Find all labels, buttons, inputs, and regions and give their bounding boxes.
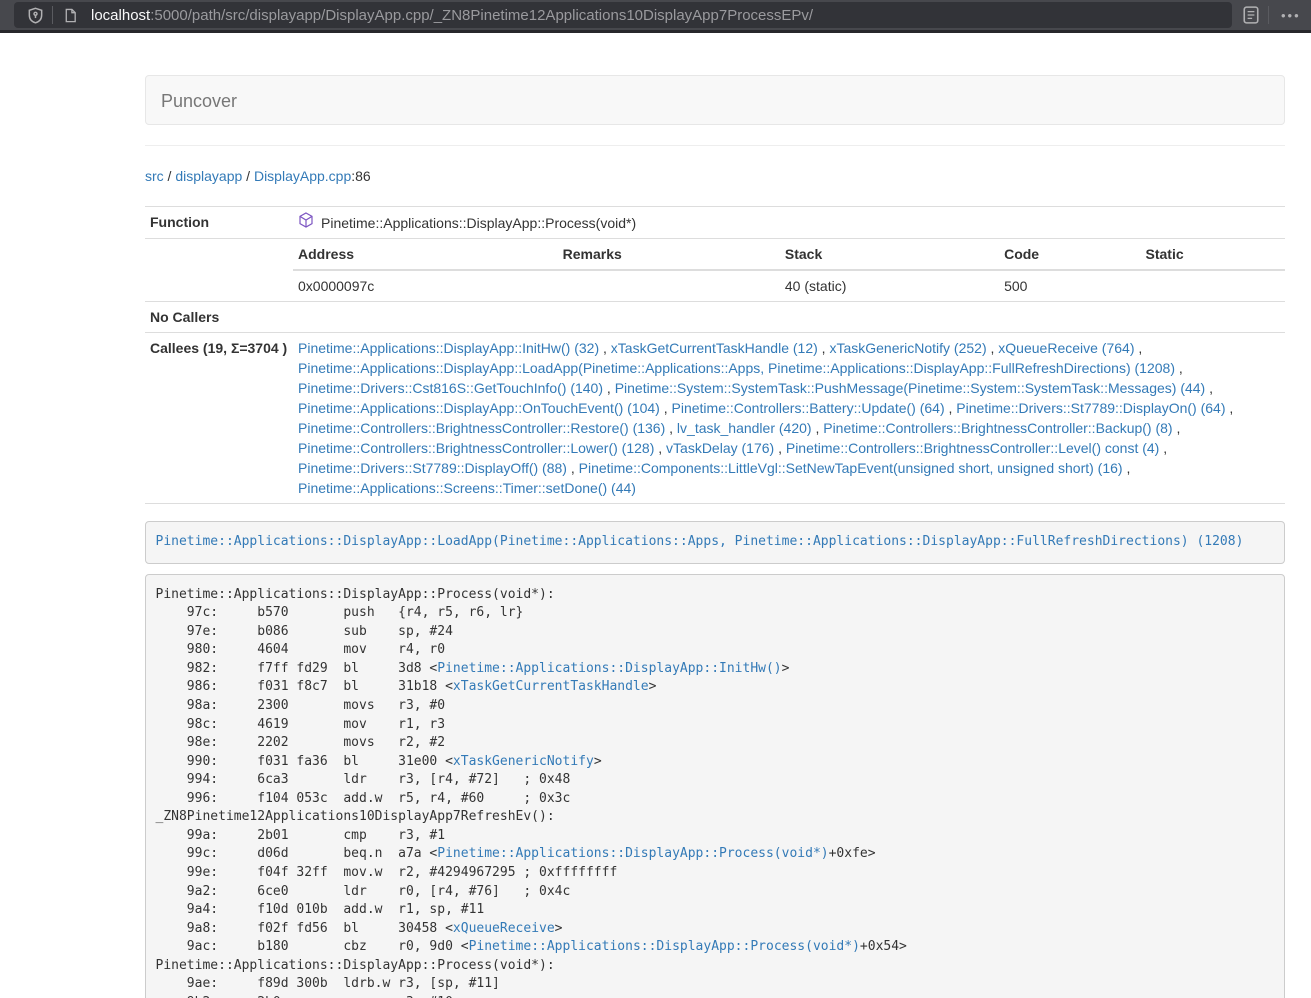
callee-link[interactable]: Pinetime::Drivers::St7789::DisplayOn() (… xyxy=(956,400,1225,416)
symbol-link[interactable]: Pinetime::Applications::DisplayApp::Proc… xyxy=(437,846,828,861)
breadcrumb-link[interactable]: src xyxy=(145,168,164,184)
callees-list: Pinetime::Applications::DisplayApp::Init… xyxy=(293,333,1285,504)
symbol-link[interactable]: Pinetime::Applications::DisplayApp::Init… xyxy=(437,661,781,676)
remarks-value xyxy=(558,270,780,301)
related-symbol-box: Pinetime::Applications::DisplayApp::Load… xyxy=(145,521,1285,564)
callee-link[interactable]: Pinetime::Controllers::BrightnessControl… xyxy=(786,440,1159,456)
col-header-static: Static xyxy=(1141,239,1285,270)
callee-link[interactable]: Pinetime::Drivers::Cst816S::GetTouchInfo… xyxy=(298,380,603,396)
shield-icon[interactable] xyxy=(22,3,48,27)
callee-link[interactable]: Pinetime::Controllers::BrightnessControl… xyxy=(298,440,654,456)
function-name: Pinetime::Applications::DisplayApp::Proc… xyxy=(321,213,636,233)
callee-link[interactable]: xQueueReceive (764) xyxy=(998,340,1134,356)
symbol-link[interactable]: Pinetime::Applications::DisplayApp::Proc… xyxy=(469,939,860,954)
callee-link[interactable]: xTaskGenericNotify (252) xyxy=(829,340,986,356)
stack-value: 40 (static) xyxy=(780,270,999,301)
breadcrumb: src / displayapp / DisplayApp.cpp:86 xyxy=(145,166,1285,186)
symbol-link[interactable]: xQueueReceive xyxy=(453,921,555,936)
callee-link[interactable]: Pinetime::Applications::DisplayApp::Load… xyxy=(298,360,1175,376)
breadcrumb-separator: / xyxy=(164,168,176,184)
breadcrumb-link[interactable]: displayapp xyxy=(175,168,242,184)
col-header-address: Address xyxy=(293,239,558,270)
breadcrumb-line-number: :86 xyxy=(351,168,370,184)
callee-link[interactable]: Pinetime::Applications::DisplayApp::Init… xyxy=(298,340,599,356)
symbol-link[interactable]: xTaskGenericNotify xyxy=(453,754,594,769)
url-text[interactable]: localhost:5000/path/src/displayapp/Displ… xyxy=(91,7,813,24)
callee-link[interactable]: xTaskGetCurrentTaskHandle (12) xyxy=(611,340,818,356)
col-header-remarks: Remarks xyxy=(558,239,780,270)
details-table: Address Remarks Stack Code Static 0x0000… xyxy=(293,239,1285,301)
divider xyxy=(145,145,1285,146)
function-row: Function Pinetime::Applications::Display… xyxy=(145,207,1285,239)
callee-link[interactable]: Pinetime::Controllers::BrightnessControl… xyxy=(823,420,1172,436)
assembly-code: Pinetime::Applications::DisplayApp::Proc… xyxy=(145,574,1285,998)
url-bar-separator xyxy=(52,6,53,24)
callee-link[interactable]: lv_task_handler (420) xyxy=(677,420,812,436)
callee-link[interactable]: Pinetime::Controllers::Battery::Update()… xyxy=(672,400,945,416)
toolbar-separator xyxy=(1268,6,1269,24)
url-host: localhost xyxy=(91,7,150,24)
callees-label: Callees (19, Σ=3704 ) xyxy=(145,333,293,504)
no-callers-label: No Callers xyxy=(145,302,293,333)
details-row: Address Remarks Stack Code Static 0x0000… xyxy=(145,239,1285,302)
no-callers-row: No Callers xyxy=(145,302,1285,333)
static-value xyxy=(1141,270,1285,301)
code-value: 500 xyxy=(999,270,1140,301)
symbol-link[interactable]: xTaskGetCurrentTaskHandle xyxy=(453,679,649,694)
breadcrumb-separator: / xyxy=(242,168,254,184)
function-label: Function xyxy=(145,207,293,239)
callee-link[interactable]: Pinetime::Applications::DisplayApp::OnTo… xyxy=(298,400,660,416)
navbar: Puncover xyxy=(145,75,1285,125)
page-info-icon[interactable] xyxy=(57,3,83,27)
menu-dots-icon[interactable]: ••• xyxy=(1273,8,1309,23)
reader-mode-icon[interactable] xyxy=(1238,3,1264,27)
browser-toolbar: localhost:5000/path/src/displayapp/Displ… xyxy=(0,0,1311,33)
cube-icon xyxy=(298,212,314,233)
brand-link[interactable]: Puncover xyxy=(146,76,252,126)
page-container: Puncover src / displayapp / DisplayApp.c… xyxy=(145,75,1285,998)
callee-link[interactable]: Pinetime::Drivers::St7789::DisplayOff() … xyxy=(298,460,567,476)
callee-link[interactable]: Pinetime::Applications::Screens::Timer::… xyxy=(298,480,636,496)
callee-link[interactable]: vTaskDelay (176) xyxy=(666,440,774,456)
url-bar[interactable]: localhost:5000/path/src/displayapp/Displ… xyxy=(14,2,1232,28)
address-value: 0x0000097c xyxy=(293,270,558,301)
col-header-code: Code xyxy=(999,239,1140,270)
related-symbol-link[interactable]: Pinetime::Applications::DisplayApp::Load… xyxy=(156,534,1244,549)
callees-row: Callees (19, Σ=3704 ) Pinetime::Applicat… xyxy=(145,333,1285,504)
callee-link[interactable]: Pinetime::System::SystemTask::PushMessag… xyxy=(615,380,1206,396)
url-path: :5000/path/src/displayapp/DisplayApp.cpp… xyxy=(150,7,813,24)
callee-link[interactable]: Pinetime::Controllers::BrightnessControl… xyxy=(298,420,665,436)
details-values-row: 0x0000097c 40 (static) 500 xyxy=(293,270,1285,301)
function-table: Function Pinetime::Applications::Display… xyxy=(145,206,1285,504)
callee-link[interactable]: Pinetime::Components::LittleVgl::SetNewT… xyxy=(579,460,1123,476)
breadcrumb-link[interactable]: DisplayApp.cpp xyxy=(254,168,351,184)
col-header-stack: Stack xyxy=(780,239,999,270)
